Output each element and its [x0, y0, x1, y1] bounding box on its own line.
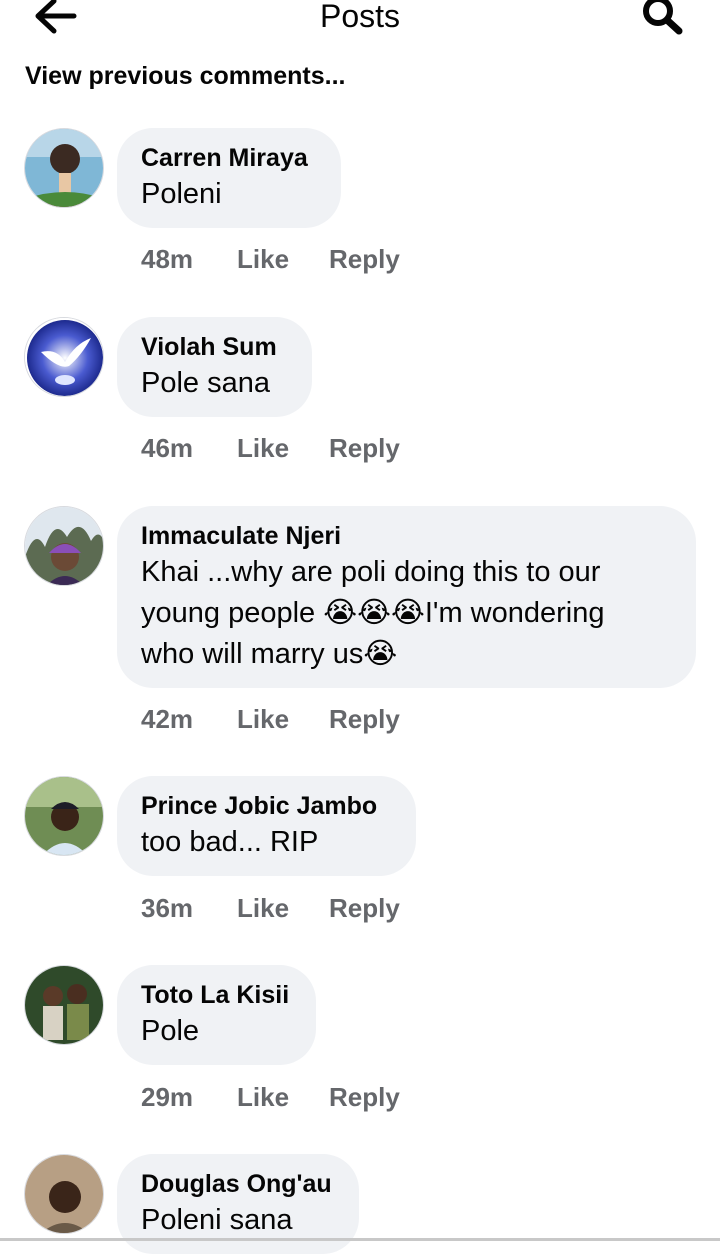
avatar[interactable]: [24, 128, 104, 208]
avatar[interactable]: [24, 317, 104, 397]
comment-time: 42m: [141, 704, 194, 734]
avatar[interactable]: [24, 506, 104, 586]
comment-text-line: young people 😭😭😭I'm wondering: [141, 597, 605, 629]
comment-text: Pole sana: [141, 367, 270, 399]
comment-text: Pole: [141, 1015, 200, 1047]
comment-bubble[interactable]: Violah Sum Pole sana: [117, 317, 312, 417]
avatar[interactable]: [24, 776, 104, 856]
comment-author[interactable]: Violah Sum: [141, 331, 288, 363]
comment-actions: 36m Like Reply: [141, 893, 400, 924]
comment-bubble[interactable]: Toto La Kisii Pole: [117, 965, 316, 1065]
like-button[interactable]: Like: [237, 433, 329, 464]
comment-author[interactable]: Immaculate Njeri: [141, 520, 672, 552]
reply-button[interactable]: Reply: [329, 433, 400, 464]
like-button[interactable]: Like: [237, 1082, 329, 1113]
comment-text: Poleni sana: [141, 1204, 293, 1236]
avatar[interactable]: [24, 1154, 104, 1234]
avatar[interactable]: [24, 965, 104, 1045]
search-button[interactable]: [636, 0, 688, 38]
comment-time: 46m: [141, 433, 194, 463]
comment-author[interactable]: Prince Jobic Jambo: [141, 790, 392, 822]
comment-time: 36m: [141, 893, 194, 923]
like-button[interactable]: Like: [237, 704, 329, 735]
reply-button[interactable]: Reply: [329, 893, 400, 924]
comment-bubble[interactable]: Carren Miraya Poleni: [117, 128, 341, 228]
comment-actions: 42m Like Reply: [141, 704, 400, 735]
comment-author[interactable]: Toto La Kisii: [141, 979, 292, 1011]
comment-actions: 46m Like Reply: [141, 433, 400, 464]
comment-author[interactable]: Douglas Ong'au: [141, 1168, 335, 1200]
comment-time: 29m: [141, 1082, 194, 1112]
top-bar: Posts: [0, 0, 720, 40]
comment-actions: 29m Like Reply: [141, 1082, 400, 1113]
comment-text: too bad... RIP: [141, 826, 319, 858]
comment-bubble[interactable]: Immaculate Njeri Khai ...why are poli do…: [117, 506, 696, 688]
reply-button[interactable]: Reply: [329, 1082, 400, 1113]
reply-button[interactable]: Reply: [329, 244, 400, 275]
comment-text: Poleni: [141, 178, 222, 210]
view-previous-comments-link[interactable]: View previous comments...: [25, 62, 345, 91]
comment-author[interactable]: Carren Miraya: [141, 142, 317, 174]
like-button[interactable]: Like: [237, 893, 329, 924]
comment-actions: 48m Like Reply: [141, 244, 400, 275]
like-button[interactable]: Like: [237, 244, 329, 275]
comment-text-line: Khai ...why are poli doing this to our: [141, 556, 601, 588]
search-icon: [643, 0, 683, 35]
page-title: Posts: [319, 0, 401, 34]
comment-bubble[interactable]: Prince Jobic Jambo too bad... RIP: [117, 776, 416, 876]
comment-text-line: who will marry us😭: [141, 638, 398, 670]
reply-button[interactable]: Reply: [329, 704, 400, 735]
comment-time: 48m: [141, 244, 194, 274]
